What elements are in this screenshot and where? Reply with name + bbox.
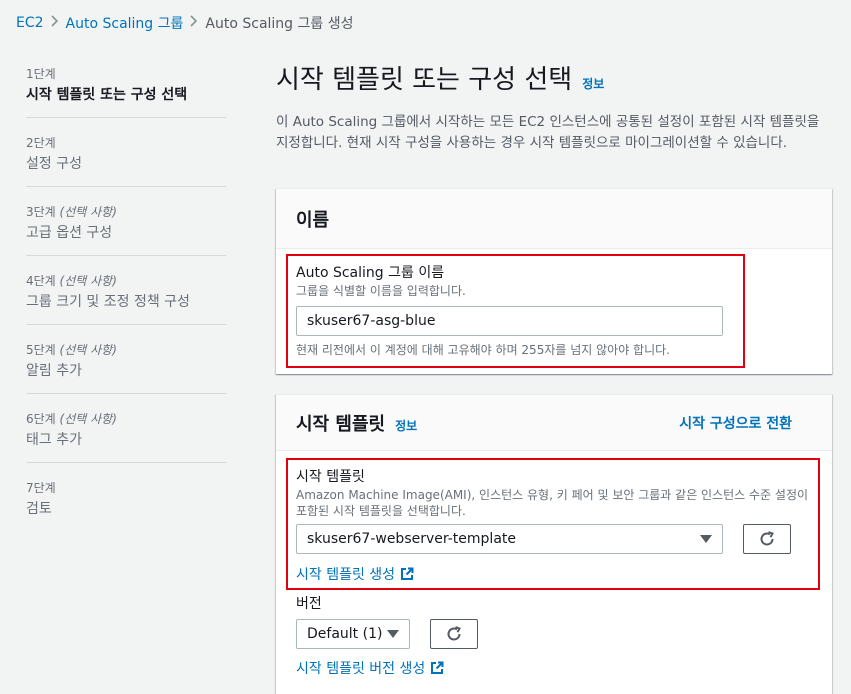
- launch-template-panel-title: 시작 템플릿 정보: [296, 410, 417, 436]
- step-title: 검토: [26, 501, 52, 517]
- step-4[interactable]: 4단계 (선택 사항) 그룹 크기 및 조정 정책 구성: [26, 272, 226, 325]
- step-5[interactable]: 5단계 (선택 사항) 알림 추가: [26, 341, 226, 394]
- chevron-right-icon: [183, 15, 205, 31]
- refresh-icon: [447, 626, 461, 641]
- launch-template-panel-header: 시작 템플릿 정보 시작 구성으로 전환: [276, 395, 832, 451]
- launch-template-title-text: 시작 템플릿: [296, 413, 386, 435]
- refresh-templates-button[interactable]: [743, 524, 791, 554]
- main-content: 시작 템플릿 또는 구성 선택 정보 이 Auto Scaling 그룹에서 시…: [276, 60, 832, 154]
- step-title: 시작 템플릿 또는 구성 선택: [26, 87, 188, 103]
- switch-to-launch-config-link[interactable]: 시작 구성으로 전환: [679, 413, 792, 433]
- step-number: 1단계: [26, 67, 56, 81]
- page-description: 이 Auto Scaling 그룹에서 시작하는 모든 EC2 인스턴스에 공통…: [276, 114, 820, 151]
- info-link[interactable]: 정보: [582, 75, 604, 92]
- asg-name-constraint: 현재 리전에서 이 계정에 대해 고유해야 하며 255자를 넘지 않아야 합니…: [296, 343, 670, 357]
- breadcrumb-ec2[interactable]: EC2: [16, 15, 44, 31]
- page-header: 시작 템플릿 또는 구성 선택 정보: [276, 60, 832, 100]
- step-3[interactable]: 3단계 (선택 사항) 고급 옵션 구성: [26, 203, 226, 256]
- name-panel-title: 이름: [296, 209, 330, 231]
- step-title: 태그 추가: [26, 432, 82, 448]
- step-optional: (선택 사항): [59, 343, 117, 357]
- version-select[interactable]: Default (1): [296, 619, 410, 649]
- step-number: 3단계: [26, 205, 56, 219]
- caret-down-icon: [700, 535, 712, 543]
- create-template-version-text: 시작 템플릿 버전 생성: [296, 661, 426, 677]
- page-title: 시작 템플릿 또는 구성 선택: [276, 65, 573, 95]
- launch-template-selected: skuser67-webserver-template: [307, 531, 516, 547]
- breadcrumb: EC2 Auto Scaling 그룹 Auto Scaling 그룹 생성: [16, 13, 353, 33]
- step-title: 고급 옵션 구성: [26, 225, 113, 241]
- breadcrumb-current: Auto Scaling 그룹 생성: [205, 16, 354, 32]
- step-2[interactable]: 2단계 설정 구성: [26, 134, 226, 187]
- chevron-right-icon: [44, 15, 66, 31]
- refresh-icon: [760, 531, 774, 546]
- step-1: 1단계 시작 템플릿 또는 구성 선택: [26, 65, 226, 118]
- refresh-versions-button[interactable]: [430, 619, 478, 649]
- step-6[interactable]: 6단계 (선택 사항) 태그 추가: [26, 410, 226, 463]
- step-number: 4단계: [26, 274, 56, 288]
- create-launch-template-text: 시작 템플릿 생성: [296, 567, 396, 583]
- step-number: 7단계: [26, 481, 56, 495]
- launch-template-select[interactable]: skuser67-webserver-template: [296, 524, 723, 554]
- step-number: 5단계: [26, 343, 56, 357]
- launch-template-info-link[interactable]: 정보: [395, 417, 417, 434]
- launch-template-description: Amazon Machine Image(AMI), 인스턴스 유형, 키 페어…: [296, 488, 809, 518]
- external-link-icon: [431, 661, 444, 674]
- step-title: 그룹 크기 및 조정 정책 구성: [26, 294, 190, 310]
- caret-down-icon: [387, 630, 399, 638]
- asg-name-description: 그룹을 식별할 이름을 입력합니다.: [296, 284, 466, 298]
- step-number: 6단계: [26, 412, 56, 426]
- step-7[interactable]: 7단계 검토: [26, 479, 226, 531]
- wizard-steps-nav: 1단계 시작 템플릿 또는 구성 선택 2단계 설정 구성 3단계 (선택 사항…: [26, 65, 226, 547]
- asg-name-input[interactable]: skuser67-asg-blue: [296, 306, 723, 336]
- version-label: 버전: [296, 596, 322, 612]
- step-title: 설정 구성: [26, 156, 82, 172]
- asg-name-field: Auto Scaling 그룹 이름 그룹을 식별할 이름을 입력합니다. sk…: [296, 263, 736, 358]
- launch-template-field: 시작 템플릿 Amazon Machine Image(AMI), 인스턴스 유…: [296, 467, 812, 519]
- step-optional: (선택 사항): [59, 205, 117, 219]
- asg-name-label: Auto Scaling 그룹 이름: [296, 265, 445, 281]
- create-launch-template-link[interactable]: 시작 템플릿 생성: [296, 564, 414, 584]
- breadcrumb-auto-scaling-groups[interactable]: Auto Scaling 그룹: [66, 13, 184, 33]
- step-number: 2단계: [26, 136, 56, 150]
- launch-template-label: 시작 템플릿: [296, 469, 365, 485]
- external-link-icon: [401, 567, 414, 580]
- version-selected: Default (1): [307, 626, 383, 642]
- create-template-version-link[interactable]: 시작 템플릿 버전 생성: [296, 658, 444, 678]
- step-optional: (선택 사항): [59, 274, 117, 288]
- step-title: 알림 추가: [26, 363, 82, 379]
- step-optional: (선택 사항): [59, 412, 117, 426]
- name-panel-header: 이름: [276, 189, 832, 249]
